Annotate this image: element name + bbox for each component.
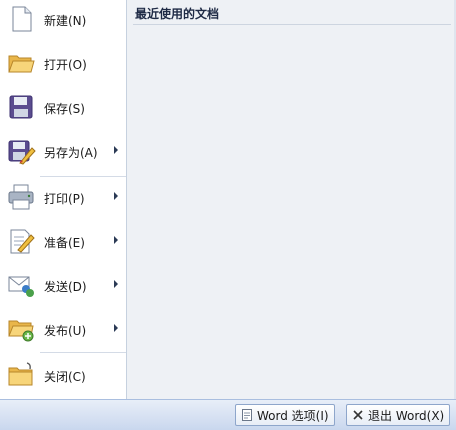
prepare-document-icon [6,226,36,256]
new-document-icon [6,4,36,34]
office-menu-footer: Word 选项(I) 退出 Word(X) [0,399,456,430]
menu-item-label: 打开(O) [44,58,87,72]
menu-item-open[interactable]: 打开(O) [0,44,126,84]
submenu-arrow-icon [114,146,118,154]
menu-item-label: 打印(P) [44,192,85,206]
save-floppy-icon [6,92,36,122]
menu-item-label: 新建(N) [44,14,87,28]
word-options-button[interactable]: Word 选项(I) [235,404,335,426]
submenu-arrow-icon [114,192,118,200]
menu-item-label: 发布(U) [44,324,87,338]
submenu-arrow-icon [114,324,118,332]
menu-separator [40,176,126,177]
submenu-arrow-icon [114,236,118,244]
save-as-icon [6,136,36,166]
menu-item-print[interactable]: 打印(P) [0,178,126,218]
menu-item-close[interactable]: 关闭(C) [0,356,126,396]
submenu-arrow-icon [114,280,118,288]
menu-item-label: 保存(S) [44,102,85,116]
menu-item-new[interactable]: 新建(N) [0,0,126,40]
word-options-label: Word 选项(I) [257,408,329,423]
menu-item-send[interactable]: 发送(D) [0,266,126,306]
close-x-icon [352,409,364,421]
options-document-icon [241,409,253,421]
exit-word-button[interactable]: 退出 Word(X) [346,404,451,426]
printer-icon [6,182,36,212]
menu-item-prepare[interactable]: 准备(E) [0,222,126,262]
recent-documents-title: 最近使用的文档 [135,7,220,21]
open-folder-icon [6,48,36,78]
close-folder-icon [6,360,36,390]
menu-item-save-as[interactable]: 另存为(A) [0,132,126,172]
publish-folder-icon [6,314,36,344]
menu-separator [40,352,126,353]
menu-item-publish[interactable]: 发布(U) [0,310,126,350]
recent-title-divider [133,24,451,25]
menu-item-label: 发送(D) [44,280,87,294]
exit-word-label: 退出 Word(X) [368,408,445,423]
menu-item-save[interactable]: 保存(S) [0,88,126,128]
recent-documents-panel: 最近使用的文档 [127,0,456,399]
send-icon [6,270,36,300]
menu-item-label: 准备(E) [44,236,85,250]
menu-item-label: 关闭(C) [44,370,86,384]
menu-item-label: 另存为(A) [44,146,98,160]
office-menu-commands: 新建(N) 打开(O) 保存(S) 另存为(A) 打印(P) 准备(E) 发送(… [0,0,127,399]
